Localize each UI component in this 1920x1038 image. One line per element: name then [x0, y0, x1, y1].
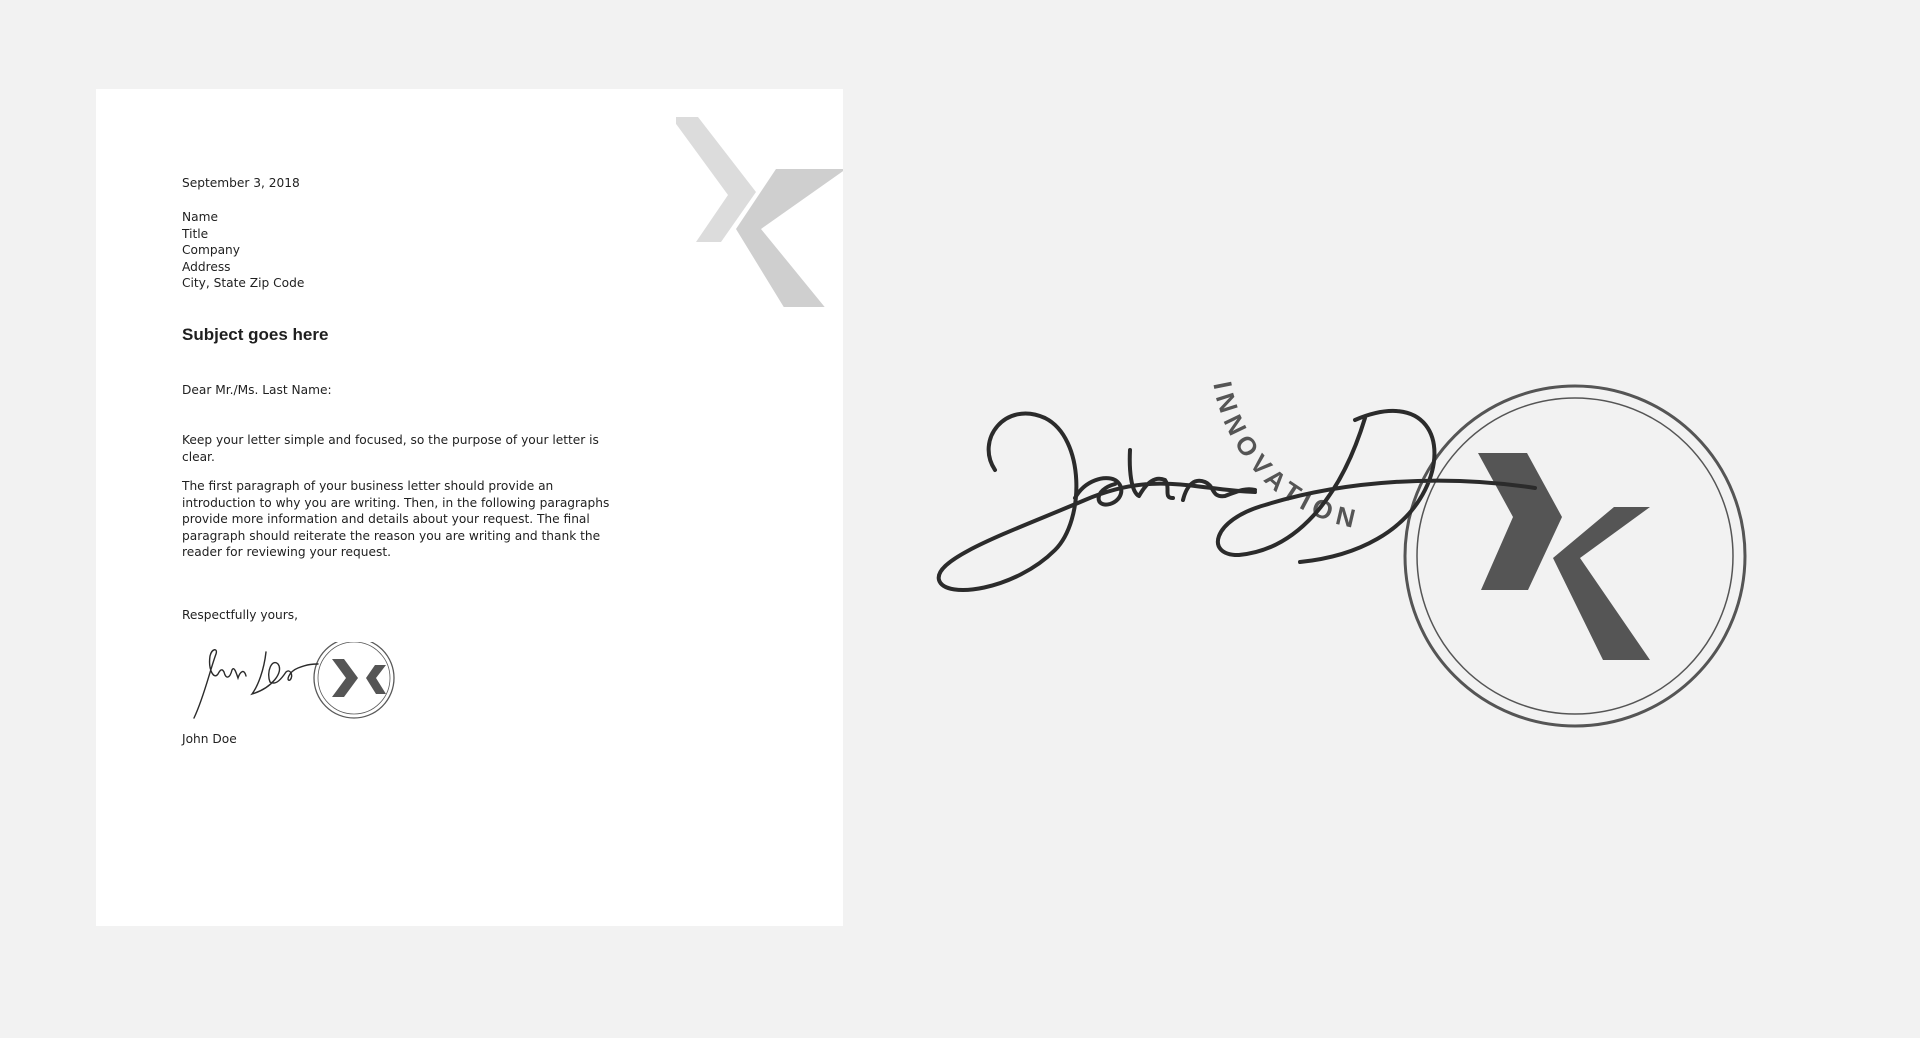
signer-name: John Doe [182, 732, 237, 746]
x-logo-watermark-icon [676, 117, 843, 307]
recipient-city-state-zip: City, State Zip Code [182, 276, 305, 291]
letter-paragraph-2: The first paragraph of your business let… [182, 479, 610, 560]
letter-paragraph-1: Keep your letter simple and focused, so … [182, 433, 599, 464]
letter-salutation: Dear Mr./Ms. Last Name: [182, 383, 332, 397]
small-stamp [313, 642, 395, 719]
small-signature-and-stamp [193, 642, 395, 719]
recipient-address: Address [182, 259, 231, 274]
letter-subject: Subject goes here [182, 325, 329, 344]
recipient-name: Name [182, 210, 218, 224]
recipient-company: Company [182, 243, 240, 258]
recipient-address-block: Name Title Company Address City, State Z… [182, 209, 304, 292]
recipient-title: Title [182, 226, 209, 241]
large-signature-and-stamp: TELLEXT INC. INNOVATION [936, 380, 1747, 728]
company-stamp: TELLEXT INC. INNOVATION [1183, 380, 1747, 728]
letter-closing: Respectfully yours, [182, 608, 298, 622]
letter-page: September 3, 2018 Name Title Company Add… [96, 89, 843, 926]
small-signature-strokes [193, 649, 319, 719]
letter-date: September 3, 2018 [182, 176, 300, 190]
